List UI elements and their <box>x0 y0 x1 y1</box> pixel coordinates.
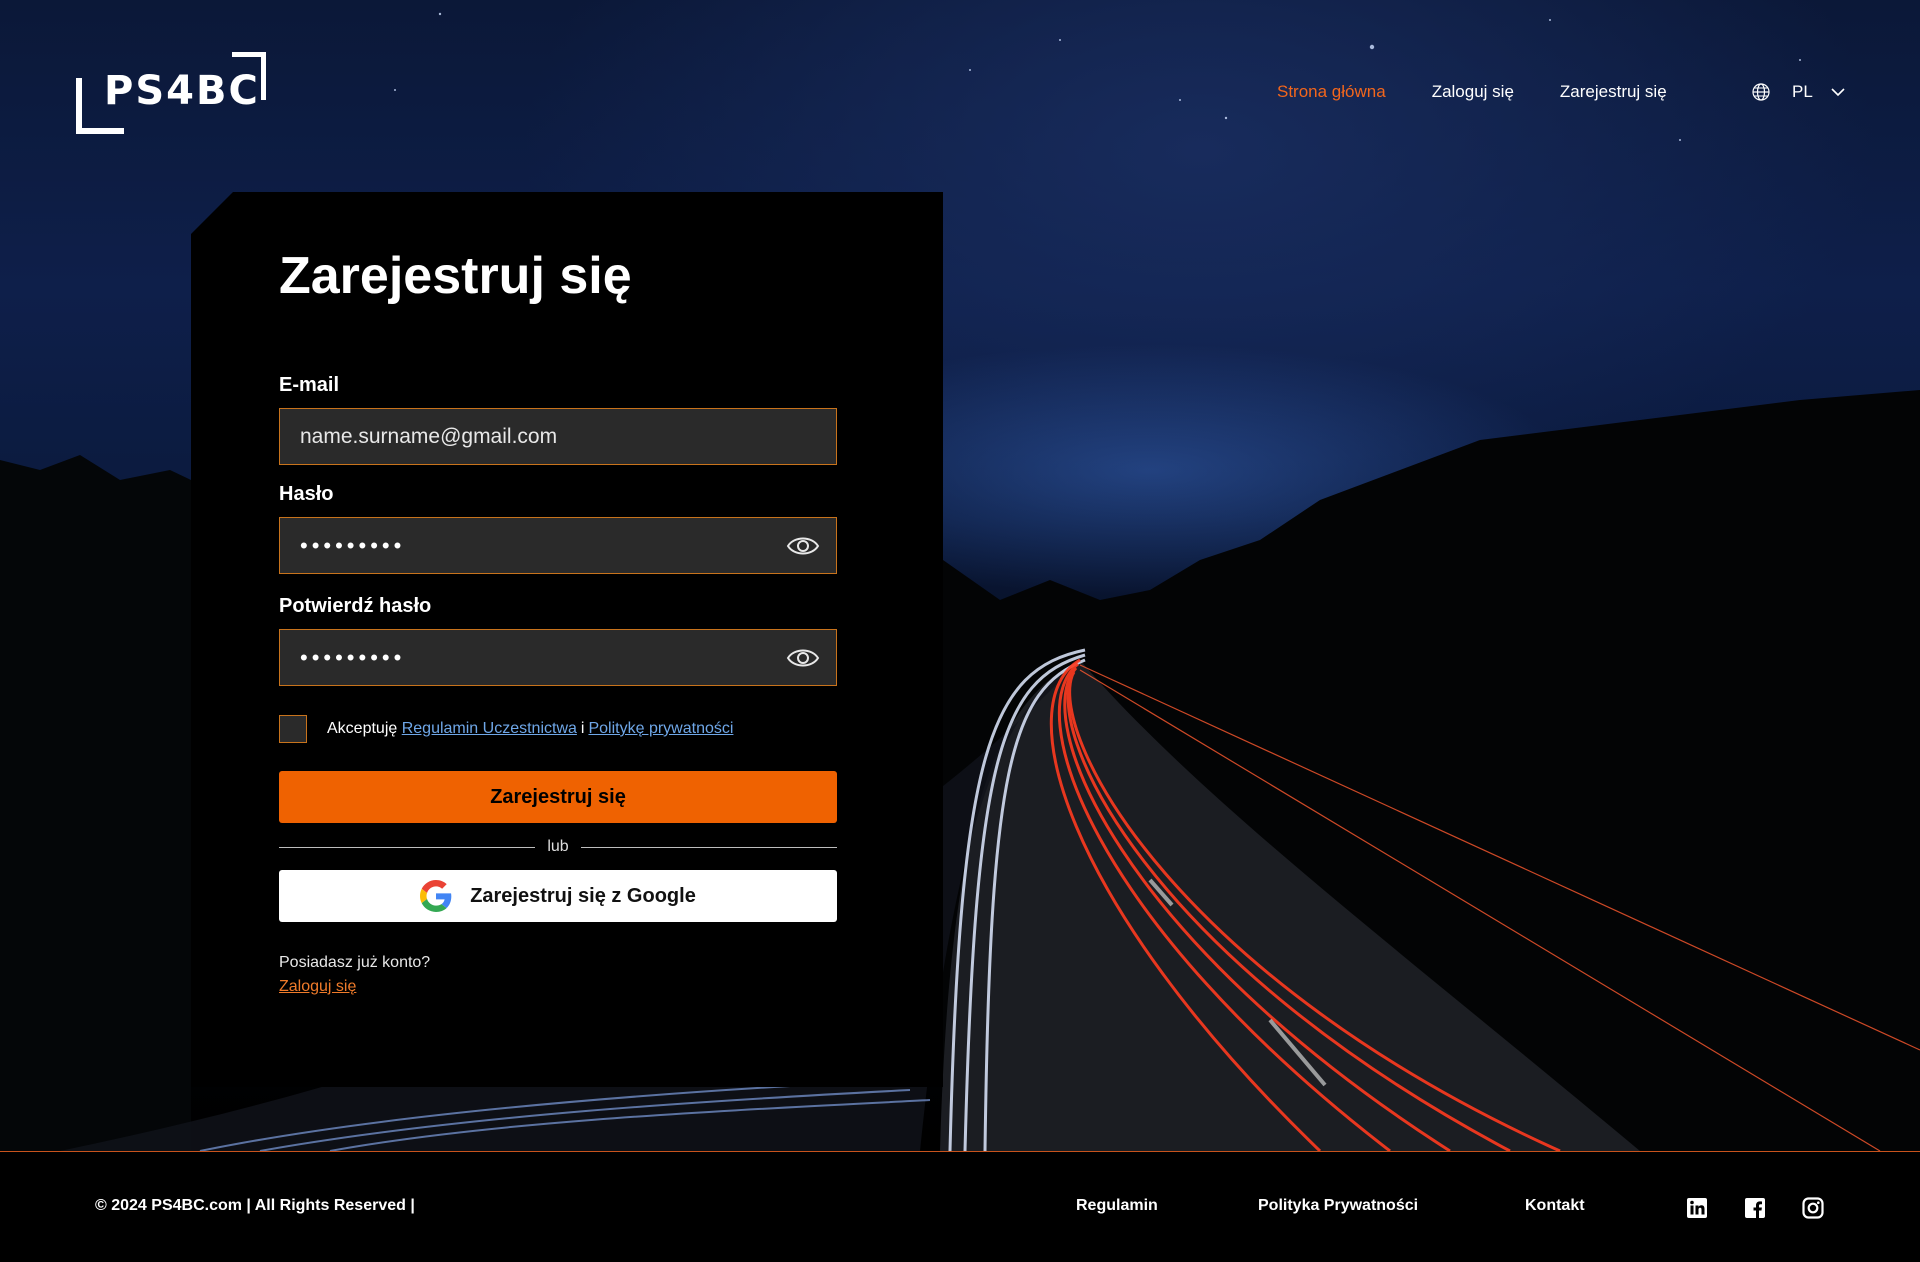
instagram-icon[interactable] <box>1802 1197 1824 1219</box>
page-title: Zarejestruj się <box>279 247 632 305</box>
nav-home[interactable]: Strona główna <box>1277 82 1386 102</box>
nav-register[interactable]: Zarejestruj się <box>1560 82 1667 102</box>
language-code: PL <box>1792 82 1813 101</box>
google-register-button[interactable]: Zarejestruj się z Google <box>279 870 837 922</box>
confirm-password-label: Potwierdź hasło <box>279 595 432 617</box>
consent-and: i <box>580 720 585 737</box>
register-button[interactable]: Zarejestruj się <box>279 771 837 823</box>
logo[interactable]: PS4BC <box>76 52 266 134</box>
eye-icon[interactable] <box>786 645 820 671</box>
language-selector[interactable]: PL <box>1752 82 1845 102</box>
main-nav: Strona główna Zaloguj się Zarejestruj si… <box>1277 82 1713 102</box>
divider-line <box>279 846 536 848</box>
chevron-down-icon <box>1831 88 1845 97</box>
register-card: Zarejestruj się E-mail name.surname@gmai… <box>191 192 943 1087</box>
nav-login[interactable]: Zaloguj się <box>1432 82 1514 102</box>
footer-link-contact[interactable]: Kontakt <box>1525 1197 1585 1215</box>
or-divider: lub <box>279 837 838 857</box>
consent-row: Akceptuję Regulamin Uczestnictwa i Polit… <box>279 715 733 743</box>
have-account-text: Posiadasz już konto? <box>279 954 431 971</box>
password-value: ••••••••• <box>300 532 406 558</box>
terms-link[interactable]: Regulamin Uczestnictwa <box>402 720 577 738</box>
copyright-text: © 2024 PS4BC.com | All Rights Reserved | <box>95 1197 415 1214</box>
consent-checkbox[interactable] <box>279 715 307 743</box>
confirm-password-value: ••••••••• <box>300 644 406 670</box>
google-icon <box>420 880 452 912</box>
email-value: name.surname@gmail.com <box>300 424 558 448</box>
password-field[interactable]: ••••••••• <box>279 517 837 574</box>
eye-icon[interactable] <box>786 533 820 559</box>
email-label: E-mail <box>279 374 340 396</box>
privacy-link[interactable]: Politykę prywatności <box>588 720 733 738</box>
login-link[interactable]: Zaloguj się <box>279 978 356 996</box>
footer-link-terms[interactable]: Regulamin <box>1076 1197 1158 1215</box>
globe-icon <box>1752 83 1770 101</box>
google-button-label: Zarejestruj się z Google <box>470 884 696 907</box>
logo-text: PS4BC <box>104 68 260 114</box>
linkedin-icon[interactable] <box>1686 1197 1708 1219</box>
password-label: Hasło <box>279 483 334 505</box>
consent-prefix: Akceptuję <box>327 720 398 737</box>
facebook-icon[interactable] <box>1744 1197 1766 1219</box>
divider-line <box>580 846 838 848</box>
confirm-password-field[interactable]: ••••••••• <box>279 629 837 686</box>
email-field[interactable]: name.surname@gmail.com <box>279 408 837 465</box>
footer-link-privacy[interactable]: Polityka Prywatności <box>1258 1197 1418 1215</box>
divider-text: lub <box>547 838 569 855</box>
footer: © 2024 PS4BC.com | All Rights Reserved |… <box>0 1151 1920 1262</box>
